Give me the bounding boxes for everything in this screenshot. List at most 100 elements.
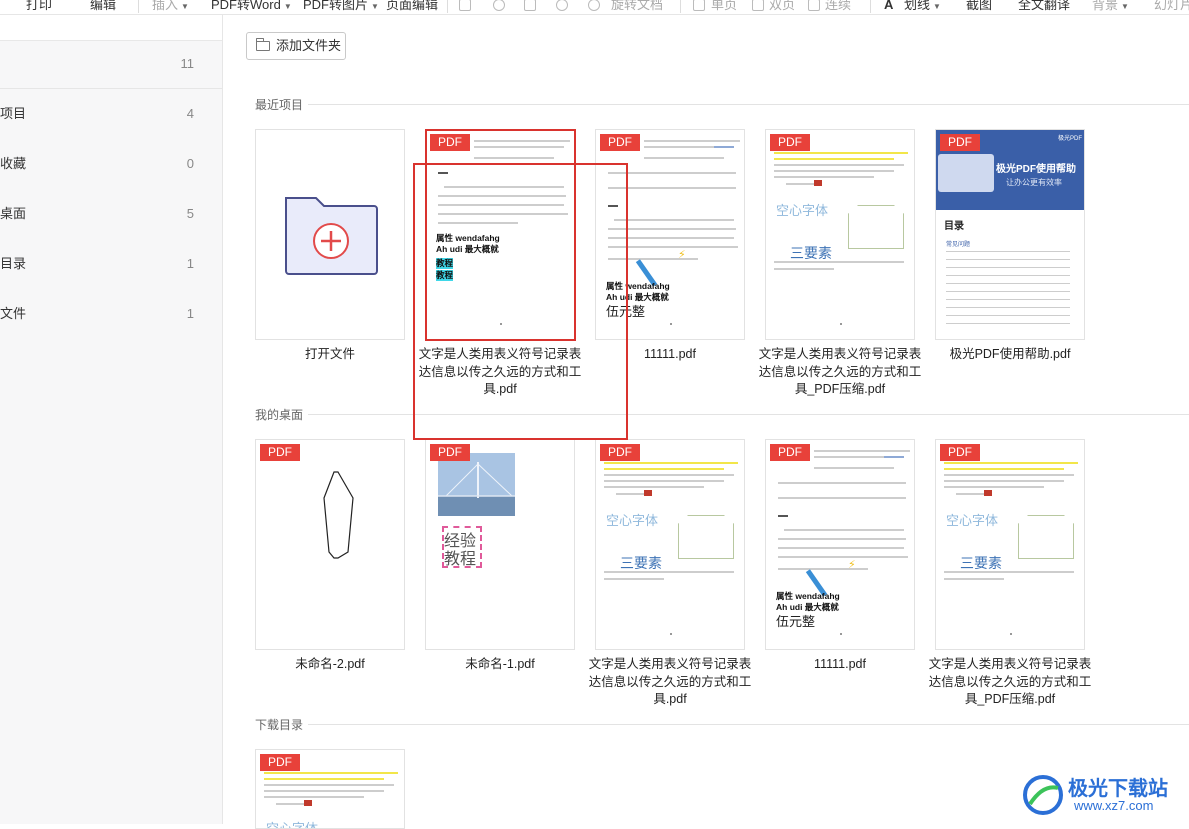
print-button[interactable]: 打印 — [26, 0, 52, 13]
file-name[interactable]: 未命名-1.pdf — [415, 656, 585, 674]
help-toc: 目录 — [944, 221, 964, 232]
hexagon-shape — [323, 471, 354, 559]
pdf-badge: PDF — [770, 444, 810, 461]
underline-button[interactable]: 划线 ▼ — [904, 0, 941, 14]
sidebar-item-favorites[interactable]: 收藏 0 — [0, 139, 222, 189]
watermark-url: www.xz7.com — [1074, 798, 1154, 813]
file-thumbnail[interactable]: ⚡ 属性 wendafahg Ah udi 最大概就 伍元整 PDF — [765, 439, 915, 650]
pdf-badge: PDF — [430, 444, 470, 461]
rotate-left-icon[interactable] — [556, 0, 568, 11]
thumb-text: 空心字体 — [606, 513, 659, 528]
thumb-text: 伍元整 — [606, 305, 646, 320]
folder-icon — [256, 38, 270, 51]
file-name[interactable]: 11111.pdf — [755, 656, 925, 674]
pdf-to-word-button[interactable]: PDF转Word ▼ — [211, 0, 292, 14]
thumb-text: 三要素 — [790, 245, 832, 261]
file-thumbnail[interactable]: 空心字体 三要素 PDF — [595, 439, 745, 650]
watermark-text: 极光下载站 — [1068, 778, 1168, 800]
sidebar-item-count: 11 — [180, 56, 195, 71]
sidebar: 11 项目 4 收藏 0 桌面 5 目录 1 文件 1 — [0, 15, 223, 824]
toolbar: 打印 编辑 插入 ▼ PDF转Word ▼ PDF转图片 ▼ 页面编辑 旋转文档 单页… — [0, 0, 1189, 15]
slideshow-button[interactable]: 幻灯片 — [1154, 0, 1189, 13]
sidebar-item-files[interactable]: 文件 1 — [0, 289, 222, 339]
translate-button[interactable]: 全文翻译 — [1018, 0, 1070, 13]
fit-page-icon[interactable] — [493, 0, 505, 11]
rotate-document-button[interactable]: 旋转文档 — [611, 0, 663, 13]
insert-button[interactable]: 插入 ▼ — [152, 0, 189, 14]
help-subtitle: 让办公更有效率 — [1006, 178, 1062, 187]
toolbar-divider — [138, 0, 139, 13]
file-thumbnail[interactable]: 极光PDF使用帮助 让办公更有效率 极光PDF 目录 常见问题 PDF — [935, 129, 1085, 340]
pdf-badge: PDF — [940, 444, 980, 461]
thumb-text: 空心字体 — [946, 513, 999, 528]
section-divider — [308, 724, 1189, 725]
background-label: 背景 — [1092, 0, 1119, 12]
file-name[interactable]: 文字是人类用表义符号记录表达信息以传之久远的方式和工具_PDF压缩.pdf — [925, 656, 1095, 709]
continuous-button[interactable]: 连续 — [825, 0, 851, 13]
section-title-recent: 最近项目 — [255, 98, 304, 112]
thumb-text: 三要素 — [960, 555, 1002, 571]
pdf-to-image-label: PDF转图片 — [303, 0, 369, 12]
edit-button[interactable]: 编辑 — [90, 0, 116, 13]
chevron-down-icon: ▼ — [933, 2, 941, 11]
double-page-icon — [752, 0, 764, 11]
actual-size-icon[interactable] — [459, 0, 471, 11]
file-thumbnail[interactable]: 空心字体 PDF — [255, 749, 405, 829]
thumb-text: Ah udi 最大概就 — [436, 244, 499, 254]
sidebar-header — [0, 15, 222, 41]
double-page-button[interactable]: 双页 — [769, 0, 795, 13]
sidebar-item-label: 目录 — [0, 256, 27, 271]
sidebar-item-count: 1 — [186, 256, 194, 271]
pdf-badge: PDF — [260, 444, 300, 461]
sidebar-item-count: 0 — [186, 156, 194, 171]
pdf-to-image-button[interactable]: PDF转图片 ▼ — [303, 0, 379, 14]
chevron-down-icon: ▼ — [1121, 2, 1129, 11]
screenshot-button[interactable]: 截图 — [966, 0, 992, 13]
fit-width-icon[interactable] — [524, 0, 536, 11]
sidebar-item-directory[interactable]: 目录 1 — [0, 239, 222, 289]
lightning-icon: ⚡ — [678, 249, 686, 261]
chevron-down-icon: ▼ — [283, 2, 292, 11]
page-edit-button[interactable]: 页面编辑 — [386, 0, 438, 13]
section-title-desktop: 我的桌面 — [255, 408, 304, 422]
add-folder-label: 添加文件夹 — [276, 38, 342, 53]
insert-label: 插入 — [152, 0, 179, 12]
watermark: 极光下载站 www.xz7.com — [1022, 770, 1182, 820]
sidebar-item-desktop[interactable]: 桌面 5 — [0, 189, 222, 239]
single-page-button[interactable]: 单页 — [711, 0, 737, 13]
open-file-card[interactable] — [255, 129, 405, 340]
sidebar-item-label: 项目 — [0, 106, 27, 121]
file-thumbnail[interactable]: PDF — [255, 439, 405, 650]
thumb-text: 空心字体 — [776, 203, 829, 218]
file-name[interactable]: 未命名-2.pdf — [245, 656, 415, 674]
single-page-icon — [693, 0, 705, 11]
help-title: 极光PDF使用帮助 — [996, 164, 1076, 175]
sidebar-item-label: 收藏 — [0, 156, 27, 171]
rotate-right-icon[interactable] — [588, 0, 600, 11]
toolbar-divider — [680, 0, 681, 13]
file-thumbnail[interactable]: 属性 wendafahg Ah udi 最大概就 教程 教程 PDF — [425, 129, 575, 340]
file-thumbnail[interactable]: ⚡ 属性 wendafahg Ah udi 最大概就 伍元整 PDF — [595, 129, 745, 340]
site-logo-icon — [1023, 775, 1063, 815]
file-name[interactable]: 文字是人类用表义符号记录表达信息以传之久远的方式和工具.pdf — [585, 656, 755, 709]
file-thumbnail[interactable]: 经验 教程 PDF — [425, 439, 575, 650]
file-name[interactable]: 文字是人类用表义符号记录表达信息以传之久远的方式和工具.pdf — [415, 346, 585, 399]
pdf-badge: PDF — [770, 134, 810, 151]
chevron-down-icon: ▼ — [181, 2, 189, 11]
continuous-icon — [808, 0, 820, 11]
file-thumbnail[interactable]: 空心字体 三要素 PDF — [765, 129, 915, 340]
sidebar-item-projects[interactable]: 项目 4 — [0, 89, 222, 139]
background-button[interactable]: 背景 ▼ — [1092, 0, 1129, 14]
file-thumbnail[interactable]: 空心字体 三要素 PDF — [935, 439, 1085, 650]
sidebar-item-all[interactable]: 11 — [0, 39, 222, 89]
sidebar-item-count: 5 — [186, 206, 194, 221]
file-name[interactable]: 打开文件 — [245, 346, 415, 364]
file-name[interactable]: 11111.pdf — [585, 346, 755, 364]
pdf-to-word-label: PDF转Word — [211, 0, 281, 12]
underline-label: 划线 — [904, 0, 931, 12]
add-folder-button[interactable]: 添加文件夹 — [246, 32, 346, 60]
file-name[interactable]: 极光PDF使用帮助.pdf — [925, 346, 1095, 364]
chevron-down-icon: ▼ — [371, 2, 379, 11]
pdf-badge: PDF — [260, 754, 300, 771]
file-name[interactable]: 文字是人类用表义符号记录表达信息以传之久远的方式和工具_PDF压缩.pdf — [755, 346, 925, 399]
